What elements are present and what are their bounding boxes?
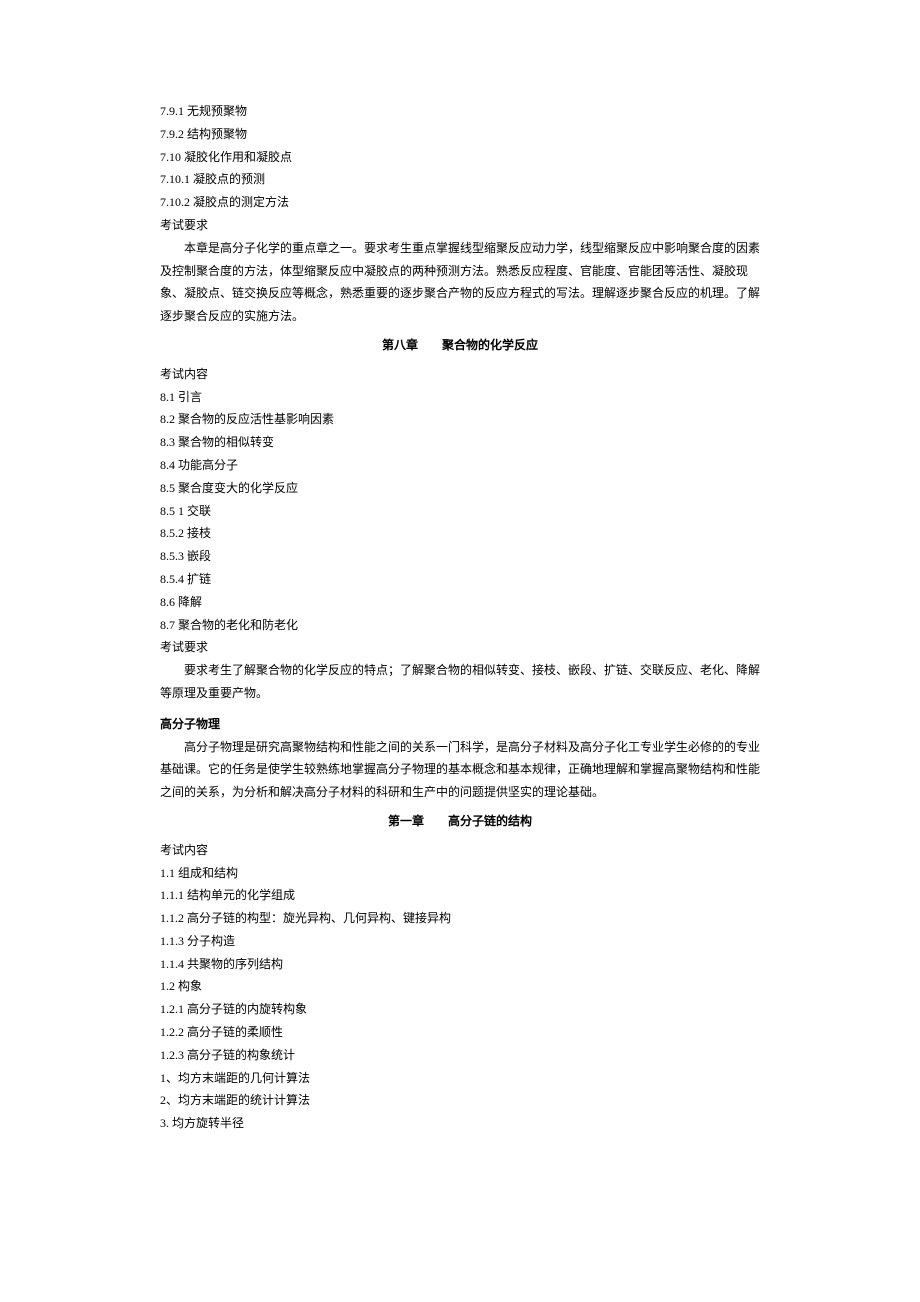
outline-item: 7.9.2 结构预聚物 [160, 123, 760, 146]
physics-section-title: 高分子物理 [160, 713, 760, 736]
outline-item: 8.4 功能高分子 [160, 454, 760, 477]
outline-item: 7.10 凝胶化作用和凝胶点 [160, 146, 760, 169]
outline-item: 8.1 引言 [160, 386, 760, 409]
exam-requirements-label: 考试要求 [160, 214, 760, 237]
chapter-1-title: 第一章 高分子链的结构 [160, 810, 760, 833]
outline-item: 8.2 聚合物的反应活性基影响因素 [160, 408, 760, 431]
outline-item: 1.2.1 高分子链的内旋转构象 [160, 998, 760, 1021]
outline-item: 7.10.2 凝胶点的测定方法 [160, 191, 760, 214]
outline-item: 1.2 构象 [160, 975, 760, 998]
exam-requirements-label: 考试要求 [160, 636, 760, 659]
outline-item: 1.1.1 结构单元的化学组成 [160, 884, 760, 907]
outline-item: 1.1.3 分子构造 [160, 930, 760, 953]
exam-requirements-ch8: 要求考生了解聚合物的化学反应的特点；了解聚合物的相似转变、接枝、嵌段、扩链、交联… [160, 659, 760, 705]
outline-item: 8.5.4 扩链 [160, 568, 760, 591]
outline-item: 8.5.2 接枝 [160, 522, 760, 545]
outline-item: 8.5.3 嵌段 [160, 545, 760, 568]
outline-item: 8.7 聚合物的老化和防老化 [160, 614, 760, 637]
outline-item: 3. 均方旋转半径 [160, 1112, 760, 1135]
outline-item: 7.10.1 凝胶点的预测 [160, 168, 760, 191]
outline-item: 1.1.4 共聚物的序列结构 [160, 953, 760, 976]
outline-item: 1.1 组成和结构 [160, 862, 760, 885]
outline-item: 8.5 1 交联 [160, 500, 760, 523]
exam-content-label: 考试内容 [160, 839, 760, 862]
outline-item: 8.6 降解 [160, 591, 760, 614]
outline-item: 1.2.2 高分子链的柔顺性 [160, 1021, 760, 1044]
physics-intro: 高分子物理是研究高聚物结构和性能之间的关系一门科学，是高分子材料及高分子化工专业… [160, 736, 760, 804]
outline-item: 1.2.3 高分子链的构象统计 [160, 1044, 760, 1067]
outline-item: 1.1.2 高分子链的构型：旋光异构、几何异构、键接异构 [160, 907, 760, 930]
outline-item: 2、均方末端距的统计计算法 [160, 1089, 760, 1112]
exam-content-label: 考试内容 [160, 363, 760, 386]
chapter-8-title: 第八章 聚合物的化学反应 [160, 334, 760, 357]
outline-item: 8.3 聚合物的相似转变 [160, 431, 760, 454]
outline-item: 7.9.1 无规预聚物 [160, 100, 760, 123]
outline-item: 1、均方末端距的几何计算法 [160, 1067, 760, 1090]
outline-item: 8.5 聚合度变大的化学反应 [160, 477, 760, 500]
exam-requirements-ch7: 本章是高分子化学的重点章之一。要求考生重点掌握线型缩聚反应动力学，线型缩聚反应中… [160, 237, 760, 328]
